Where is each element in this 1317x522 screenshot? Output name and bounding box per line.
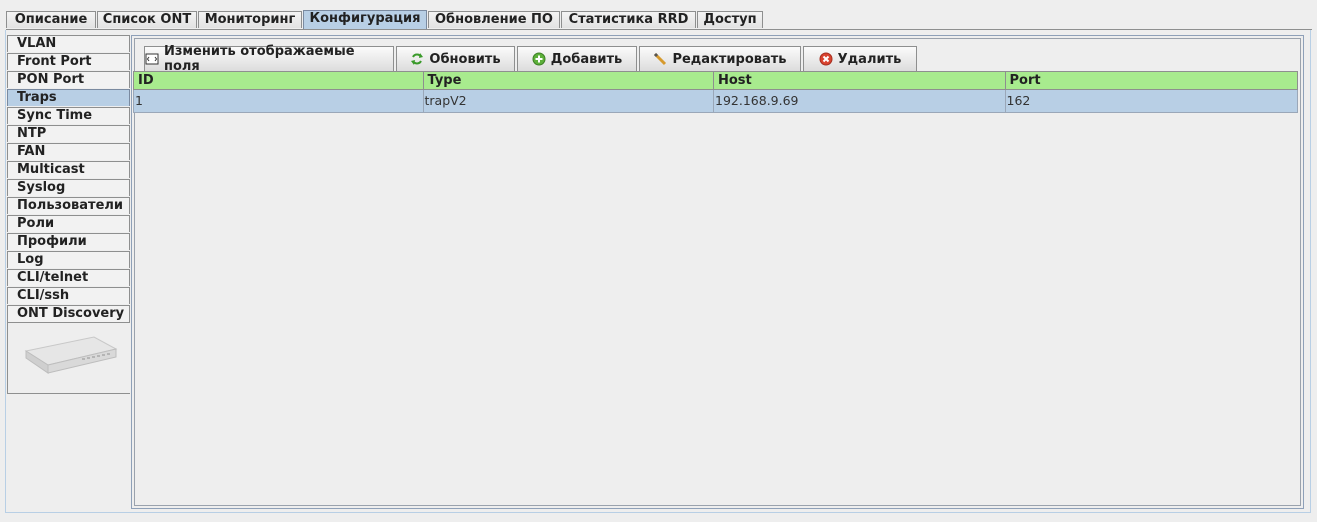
config-sidebar: VLAN Front Port PON Port Traps Sync Time… [7,35,130,394]
cell-type: trapV2 [424,90,714,112]
device-image-panel [7,322,130,394]
pencil-icon [653,52,667,66]
column-header-id[interactable]: ID [134,72,424,89]
tab-access[interactable]: Доступ [697,11,763,28]
sidebar-item-multicast[interactable]: Multicast [7,161,130,178]
table-row[interactable]: 1 trapV2 192.168.9.69 162 [133,90,1298,113]
change-fields-label: Изменить отображаемые поля [164,44,355,74]
tab-rrd-statistics[interactable]: Статистика RRD [561,11,696,28]
sidebar-item-log[interactable]: Log [7,251,130,268]
sidebar-item-roles[interactable]: Роли [7,215,130,232]
sidebar-item-cli-telnet[interactable]: CLI/telnet [7,269,130,286]
column-header-type[interactable]: Type [424,72,714,89]
sidebar-item-syslog[interactable]: Syslog [7,179,130,196]
tab-ont-list[interactable]: Список ONT [97,11,197,28]
tab-configuration[interactable]: Конфигурация [303,10,427,29]
change-fields-button[interactable]: Изменить отображаемые поля [144,44,394,74]
sidebar-item-profiles[interactable]: Профили [7,233,130,250]
cell-id: 1 [134,90,424,112]
cell-host: 192.168.9.69 [714,90,1006,112]
delete-label: Удалить [837,51,902,67]
add-label: Добавить [550,51,623,67]
column-header-port[interactable]: Port [1006,72,1298,89]
refresh-icon [410,52,424,66]
sidebar-item-front-port[interactable]: Front Port [7,53,130,70]
refresh-button[interactable]: Обновить [396,46,515,72]
add-button[interactable]: Добавить [517,46,637,72]
add-icon [532,52,546,66]
tab-monitoring[interactable]: Мониторинг [198,11,302,28]
sidebar-item-traps[interactable]: Traps [7,89,130,106]
olt-device-icon [24,336,118,374]
refresh-label: Обновить [429,51,501,67]
cell-port: 162 [1006,93,1031,108]
delete-icon [819,52,833,66]
traps-table: ID Type Host Port 1 trapV2 192.168.9.69 … [133,71,1298,113]
sidebar-item-users[interactable]: Пользователи [7,197,130,214]
edit-label: Редактировать [672,51,787,67]
delete-button[interactable]: Удалить [803,46,917,72]
column-header-host[interactable]: Host [714,72,1006,89]
sidebar-item-pon-port[interactable]: PON Port [7,71,130,88]
sidebar-item-cli-ssh[interactable]: CLI/ssh [7,287,130,304]
tab-description[interactable]: Описание [6,11,96,28]
sidebar-item-fan[interactable]: FAN [7,143,130,160]
edit-button[interactable]: Редактировать [639,46,801,72]
sidebar-item-ntp[interactable]: NTP [7,125,130,142]
columns-icon [145,52,159,66]
sidebar-item-sync-time[interactable]: Sync Time [7,107,130,124]
tab-firmware-update[interactable]: Обновление ПО [428,11,560,28]
sidebar-item-ont-discovery[interactable]: ONT Discovery [7,305,130,322]
sidebar-item-vlan[interactable]: VLAN [7,35,130,52]
table-header: ID Type Host Port [133,71,1298,90]
